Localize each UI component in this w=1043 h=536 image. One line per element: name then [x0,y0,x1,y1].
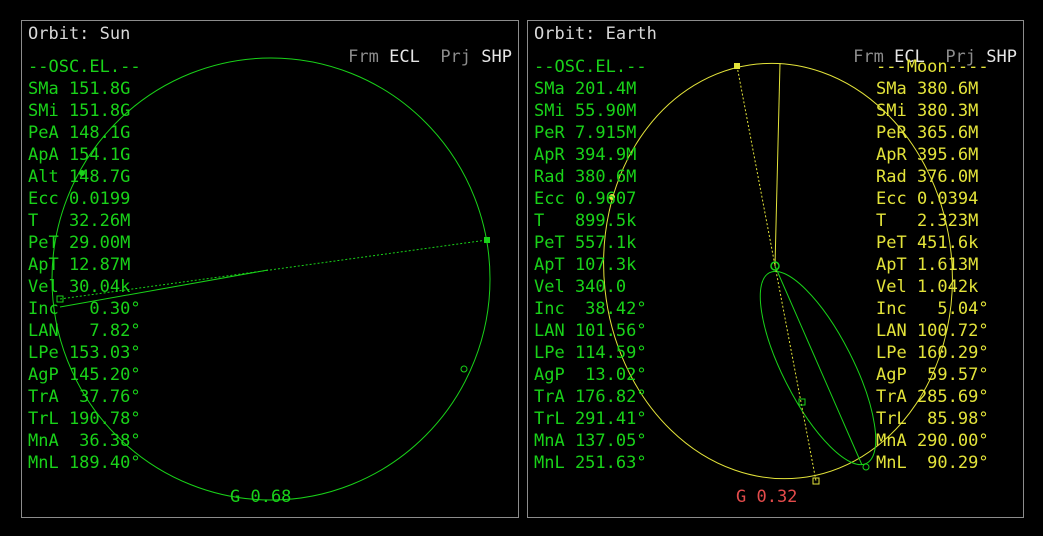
target-element-row: SMi 380.3M [876,101,979,121]
periapsis-marker [484,237,490,243]
osc-elements-list: --OSC.EL.-- SMa 151.8G SMi 151.8G PeA 14… [28,56,141,474]
element-row: LAN 101.56° [534,321,647,341]
element-row: TrL 291.41° [534,409,647,429]
element-row: TrL 190.78° [28,409,141,429]
target-element-row: MnA 290.00° [876,431,989,451]
target-element-row: ApT 1.613M [876,255,979,275]
element-row: Vel 30.04k [28,277,131,297]
target-element-row: TrA 285.69° [876,387,989,407]
element-row: SMa 201.4M [534,79,637,99]
target-elements-list: ---Moon---- SMa 380.6M SMi 380.3M PeR 36… [876,56,989,474]
target-element-row: AgP 59.57° [876,365,989,385]
element-row: MnA 36.38° [28,431,141,451]
element-row: LPe 153.03° [28,343,141,363]
element-row: MnL 189.40° [28,453,141,473]
prj-value[interactable]: SHP [986,47,1017,67]
element-row: T 899.5k [534,211,637,231]
element-row: Ecc 0.0199 [28,189,131,209]
element-row: Inc 38.42° [534,299,647,319]
panel-title: Orbit: Earth [534,24,657,44]
element-row: Ecc 0.9607 [534,189,637,209]
element-row: PeT 29.00M [28,233,131,253]
element-row: LAN 7.82° [28,321,141,341]
target-element-row: Inc 5.04° [876,299,989,319]
target-element-row: Rad 376.0M [876,167,979,187]
element-row: SMa 151.8G [28,79,131,99]
section-header: --OSC.EL.-- [534,57,647,77]
target-element-row: T 2.323M [876,211,979,231]
target-element-row: SMa 380.6M [876,79,979,99]
orbit-mfd-left[interactable]: Orbit: Sun Frm ECL Prj SHP --OSC.EL.-- S… [21,20,519,518]
osc-elements-list: --OSC.EL.-- SMa 201.4M SMi 55.90M PeR 7.… [534,56,647,474]
element-row: TrA 176.82° [534,387,647,407]
element-row: PeT 557.1k [534,233,637,253]
target-element-row: MnL 90.29° [876,453,989,473]
ship-position-marker [862,463,870,471]
element-row: Rad 380.6M [534,167,637,187]
element-row: Vel 340.0 [534,277,627,297]
element-row: LPe 114.59° [534,343,647,363]
element-row: T 32.26M [28,211,131,231]
target-element-row: LPe 160.29° [876,343,989,363]
target-element-row: PeR 365.6M [876,123,979,143]
orbit-mfd-right[interactable]: Orbit: Earth Frm ECL Prj SHP --OSC.EL.--… [527,20,1024,518]
ship-orbit-ellipse [759,270,877,466]
element-row: MnA 137.05° [534,431,647,451]
section-header: --OSC.EL.-- [28,57,141,77]
frm-label: Frm [348,47,379,67]
g-readout: G 0.68 [230,487,292,507]
moon-radius-vector [774,62,781,267]
element-row: ApR 394.9M [534,145,637,165]
element-row: ApA 154.1G [28,145,131,165]
target-element-row: TrL 85.98° [876,409,989,429]
element-row: ApT 12.87M [28,255,131,275]
element-row: Alt 148.7G [28,167,131,187]
element-row: PeR 7.915M [534,123,637,143]
element-row: ApT 107.3k [534,255,637,275]
moon-periapsis-marker [734,63,740,69]
frm-value[interactable]: ECL [389,47,420,67]
prj-value[interactable]: SHP [481,47,512,67]
target-element-row: PeT 451.6k [876,233,979,253]
target-element-row: Vel 1.042k [876,277,979,297]
element-row: MnL 251.63° [534,453,647,473]
target-element-row: ApR 395.6M [876,145,979,165]
frame-projection-header: Frm ECL Prj SHP [307,24,512,90]
element-row: AgP 145.20° [28,365,141,385]
g-readout: G 0.32 [736,487,798,507]
moon-apsides-line [736,65,817,482]
element-row: SMi 55.90M [534,101,637,121]
ship-marker [798,398,806,406]
target-element-row: LAN 100.72° [876,321,989,341]
element-row: AgP 13.02° [534,365,647,385]
ship-position-marker [460,365,468,373]
element-row: PeA 148.1G [28,123,131,143]
prj-label: Prj [440,47,472,67]
element-row: TrA 37.76° [28,387,141,407]
element-row: SMi 151.8G [28,101,131,121]
ship-apsides-line [774,265,863,466]
element-row: Inc 0.30° [28,299,141,319]
panel-title: Orbit: Sun [28,24,131,44]
target-section-header: ---Moon---- [876,57,989,77]
target-element-row: Ecc 0.0394 [876,189,979,209]
